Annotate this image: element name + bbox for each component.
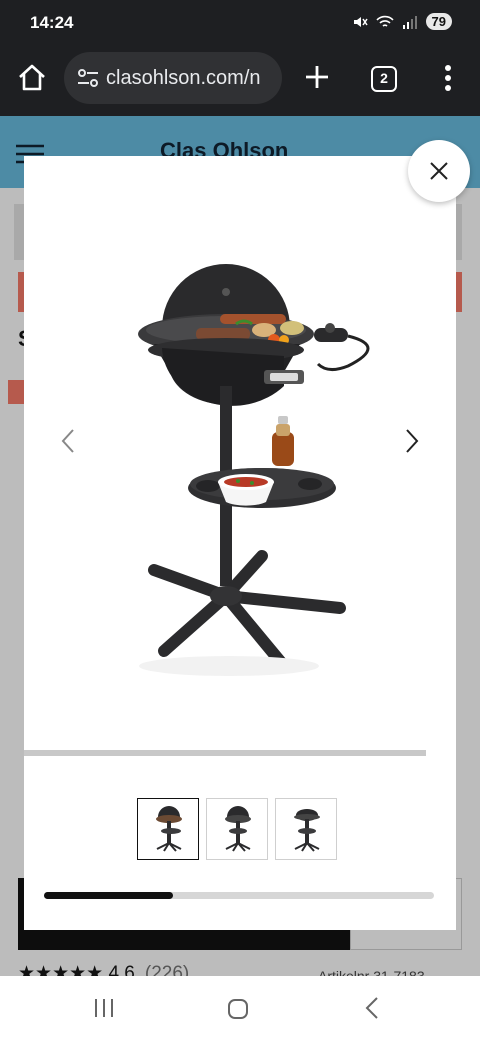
rating-value: 4.6 [108,963,135,976]
next-image-arrow-icon[interactable] [402,428,422,454]
status-icons: 79 [352,13,452,30]
home-icon[interactable] [16,62,48,94]
status-bar: 14:24 79 [0,0,480,46]
thumbnail-1[interactable] [137,798,199,860]
url-bar[interactable]: clasohlson.com/n [64,52,282,104]
battery-badge: 79 [425,13,452,30]
mute-icon [353,16,368,27]
site-settings-icon[interactable] [76,66,100,90]
rating-count[interactable]: (226) [145,963,189,976]
article-number: Artikelnr 31-7183 [318,968,425,976]
image-scrollbar[interactable] [24,750,426,756]
status-time: 14:24 [30,13,74,32]
close-modal-button[interactable] [408,140,470,202]
recent-apps-icon[interactable] [93,998,115,1018]
gallery-progress-fill [44,892,173,899]
previous-image-arrow-icon[interactable] [58,428,78,454]
tab-switcher-button[interactable]: 2 [371,66,397,92]
system-navigation-bar [0,976,480,1040]
product-image-grill [138,264,370,676]
thumbnail-strip [137,798,337,860]
thumbnail-3[interactable] [275,798,337,860]
url-text: clasohlson.com/n [106,67,261,89]
wifi-icon [375,15,394,27]
close-icon [430,162,448,180]
image-gallery-modal [24,156,456,930]
more-menu-icon[interactable] [438,62,458,94]
browser-toolbar: clasohlson.com/n 2 [0,46,480,116]
rating-stars-icon: ★★★★★ [18,963,109,976]
signal-icon [402,15,417,29]
gallery-progress-track [44,892,434,899]
back-nav-icon[interactable] [364,996,380,1020]
product-rating: ★★★★★ 4.6 (226) [18,962,189,976]
thumbnail-2[interactable] [206,798,268,860]
home-nav-icon[interactable] [227,998,249,1020]
new-tab-icon[interactable] [302,62,332,92]
